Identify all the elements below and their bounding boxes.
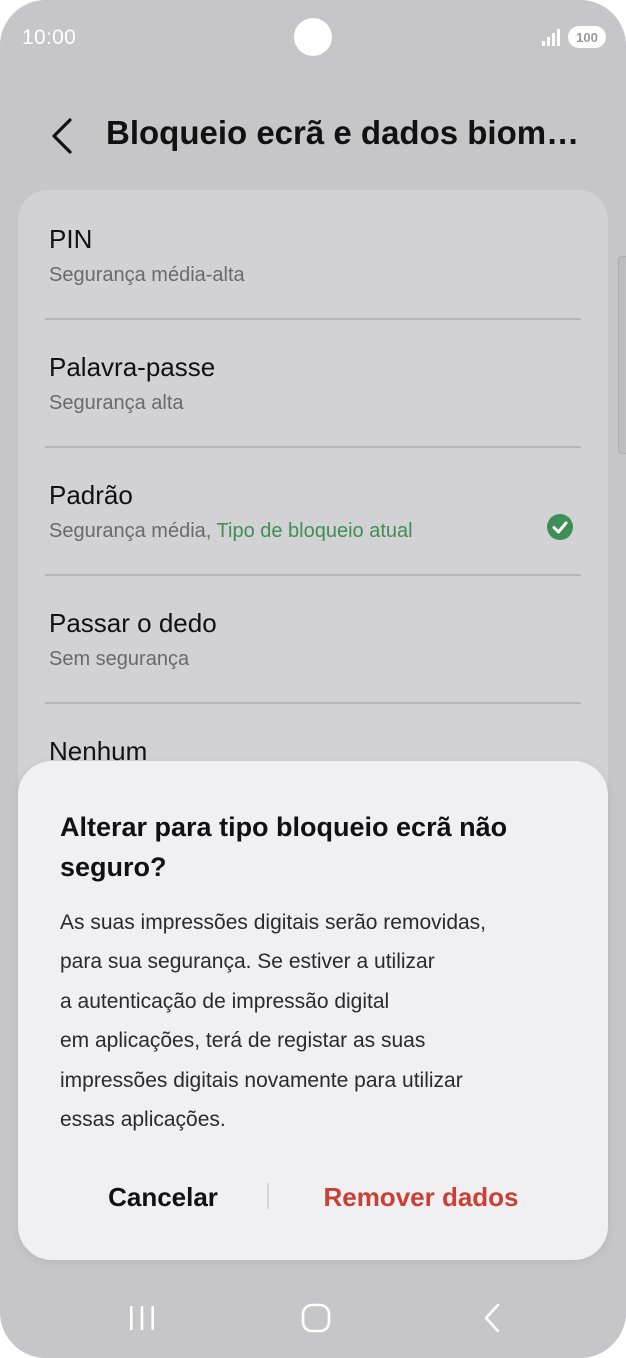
dialog-message-line: As suas impressões digitais serão removi… <box>60 911 487 934</box>
dialog-message-line: a autenticação de impressão digital <box>60 989 390 1013</box>
dialog-message-line: essas aplicações. <box>60 1108 226 1132</box>
option-swipe[interactable]: Passar o dedo Sem segurança <box>18 574 608 702</box>
check-circle-icon <box>547 514 573 540</box>
battery-icon: 100 <box>568 26 606 48</box>
back-icon <box>52 118 72 154</box>
option-pin[interactable]: PIN Segurança média-alta <box>18 190 608 318</box>
dialog-message: As suas impressões digitais serão removi… <box>60 903 590 1139</box>
recents-button[interactable] <box>112 1290 172 1346</box>
option-pattern[interactable]: Padrão Segurança média, Tipo de bloqueio… <box>18 446 608 574</box>
camera-cutout <box>294 18 332 56</box>
option-password[interactable]: Palavra-passe Segurança alta <box>18 318 608 446</box>
app-header: Bloqueio ecrã e dados biométricos <box>0 100 626 172</box>
confirm-dialog: Alterar para tipo bloqueio ecrã não segu… <box>18 761 608 1260</box>
option-subtitle: Sem segurança <box>49 648 190 670</box>
status-time: 10:00 <box>22 26 77 49</box>
back-button[interactable] <box>38 112 86 160</box>
option-subtitle: Segurança alta <box>49 392 184 414</box>
option-subtitle-text: Segurança média, <box>49 520 217 542</box>
lock-type-list: PIN Segurança média-alta Palavra-passe S… <box>18 190 608 810</box>
scrollbar[interactable] <box>618 256 626 454</box>
home-button[interactable] <box>286 1290 346 1346</box>
dialog-title: Alterar para tipo bloqueio ecrã não segu… <box>60 812 508 882</box>
recents-icon <box>130 1306 154 1330</box>
option-subtitle: Segurança média, Tipo de bloqueio atual <box>49 520 413 543</box>
signal-icon <box>542 29 560 46</box>
nav-back-button[interactable] <box>462 1290 522 1346</box>
cancel-button[interactable]: Cancelar <box>78 1171 248 1223</box>
option-title: Palavra-passe <box>49 352 216 382</box>
battery-level: 100 <box>576 29 598 45</box>
screen: 10:00 100 Bloqueio ecrã e dados biométri… <box>0 0 626 1358</box>
dialog-actions: Cancelar Remover dados <box>18 1171 608 1223</box>
button-separator <box>267 1183 269 1209</box>
dialog-message-line: em aplicações, terá de registar as suas <box>60 1029 426 1053</box>
home-icon <box>301 1303 331 1333</box>
status-bar: 10:00 100 <box>0 0 626 76</box>
remove-data-button[interactable]: Remover dados <box>296 1171 546 1223</box>
phone-frame: 10:00 100 Bloqueio ecrã e dados biométri… <box>0 0 626 1358</box>
back-icon <box>484 1303 500 1333</box>
dialog-message-line: impressões digitais novamente para utili… <box>60 1068 463 1092</box>
current-lock-label: Tipo de bloqueio atual <box>216 520 413 542</box>
navigation-bar <box>0 1282 626 1358</box>
page-title: Bloqueio ecrã e dados biométricos <box>106 114 586 151</box>
dialog-message-line: para sua segurança. Se estiver a utiliza… <box>60 950 435 974</box>
option-title: Passar o dedo <box>49 608 217 638</box>
option-title: Padrão <box>49 480 133 510</box>
option-subtitle: Segurança média-alta <box>49 264 245 286</box>
option-title: PIN <box>49 224 93 254</box>
